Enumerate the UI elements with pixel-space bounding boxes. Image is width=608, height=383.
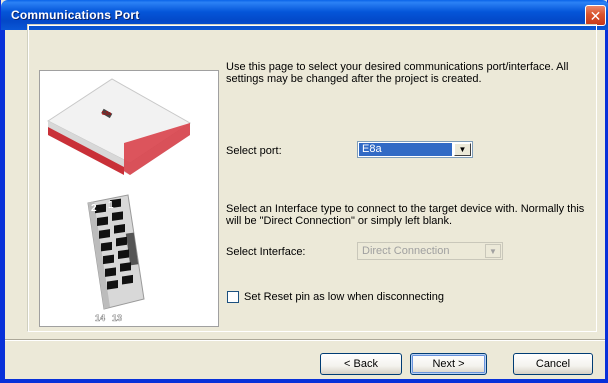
interface-description: Select an Interface type to connect to t… xyxy=(226,203,585,227)
window-title: Communications Port xyxy=(11,8,140,22)
pin-label-1: 1 xyxy=(108,200,114,211)
emulator-illustration: E8a 2 1 14 13 xyxy=(39,70,219,327)
pin-label-2: 2 xyxy=(91,203,97,214)
port-select[interactable]: E8a ▼ xyxy=(357,141,473,158)
communications-port-dialog: Communications Port ✕ E8a 2 1 14 13 Use … xyxy=(0,0,608,383)
next-button[interactable]: Next > xyxy=(410,353,487,375)
close-button[interactable]: ✕ xyxy=(585,5,606,26)
interface-select[interactable]: Direct Connection ▼ xyxy=(357,242,503,260)
port-select-value: E8a xyxy=(359,143,452,156)
chevron-down-icon[interactable]: ▼ xyxy=(485,244,501,258)
interface-select-value: Direct Connection xyxy=(362,245,450,257)
device-brand-label: E8a xyxy=(102,111,111,117)
close-icon: ✕ xyxy=(589,7,602,24)
cancel-button[interactable]: Cancel xyxy=(513,353,593,375)
back-button[interactable]: < Back xyxy=(320,353,402,375)
select-port-label: Select port: xyxy=(226,145,282,157)
pin-label-14: 14 xyxy=(95,313,105,323)
reset-pin-checkbox[interactable] xyxy=(227,291,239,303)
emulator-device-image: E8a 2 1 14 13 xyxy=(47,78,191,323)
intro-description: Use this page to select your desired com… xyxy=(226,61,569,85)
pin-label-13: 13 xyxy=(112,313,122,323)
reset-pin-label[interactable]: Set Reset pin as low when disconnecting xyxy=(244,291,444,303)
select-interface-label: Select Interface: xyxy=(226,246,306,258)
button-separator xyxy=(5,339,605,341)
chevron-down-icon[interactable]: ▼ xyxy=(454,143,471,156)
